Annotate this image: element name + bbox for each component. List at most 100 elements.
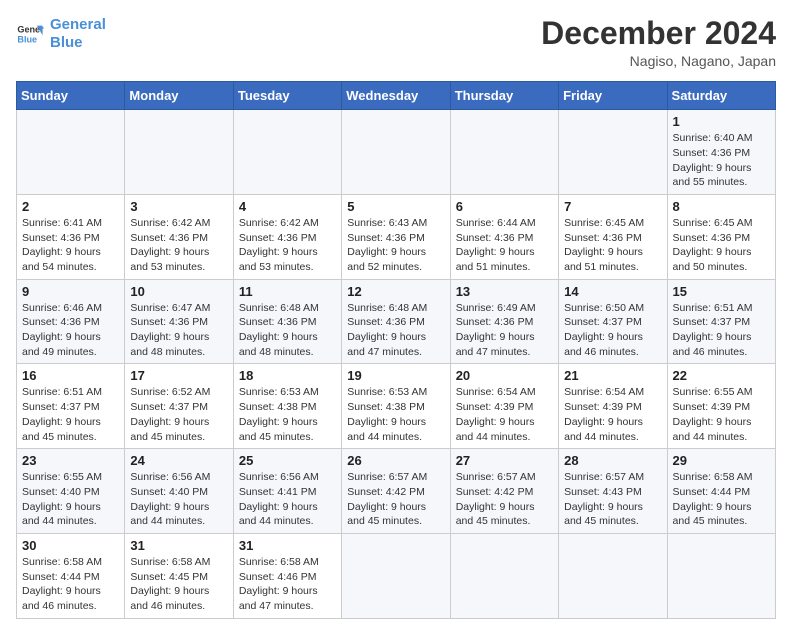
day-number: 31 [130,538,227,553]
calendar-cell [342,533,450,618]
calendar-cell [559,533,667,618]
calendar-cell: 26Sunrise: 6:57 AMSunset: 4:42 PMDayligh… [342,449,450,534]
calendar-cell [450,533,558,618]
calendar-cell: 22 Sunrise: 6:55 AMSunset: 4:39 PMDayligh… [667,364,775,449]
calendar-cell: 13 Sunrise: 6:49 AMSunset: 4:36 PMDayligh… [450,279,558,364]
calendar-cell: 7 Sunrise: 6:45 AMSunset: 4:36 PMDaylight… [559,194,667,279]
calendar-cell: 10Sunrise: 6:47 AMSunset: 4:36 PMDayligh… [125,279,233,364]
calendar-cell: 18 Sunrise: 6:53 AMSunset: 4:38 PMDayligh… [233,364,341,449]
day-info: Sunrise: 6:42 AMSunset: 4:36 PMDaylight:… [130,216,227,275]
day-info: Sunrise: 6:42 AMSunset: 4:36 PMDaylight:… [239,216,336,275]
logo: General Blue GeneralBlue [16,16,106,52]
day-number: 19 [347,368,444,383]
calendar-cell: 25Sunrise: 6:56 AMSunset: 4:41 PMDayligh… [233,449,341,534]
calendar-cell: 5Sunrise: 6:43 AMSunset: 4:36 PMDaylight… [342,194,450,279]
day-info: Sunrise: 6:57 AMSunset: 4:43 PMDaylight:… [564,470,661,529]
weekday-header-thursday: Thursday [450,82,558,110]
day-info: Sunrise: 6:53 AMSunset: 4:38 PMDaylight:… [239,385,336,444]
calendar-table: SundayMondayTuesdayWednesdayThursdayFrid… [16,81,776,619]
day-number: 7 [564,199,661,214]
day-info: Sunrise: 6:41 AMSunset: 4:36 PMDaylight:… [22,216,119,275]
calendar-cell [233,110,341,195]
calendar-cell: 31Sunrise: 6:58 AMSunset: 4:45 PMDayligh… [125,533,233,618]
day-info: Sunrise: 6:52 AMSunset: 4:37 PMDaylight:… [130,385,227,444]
day-info: Sunrise: 6:45 AMSunset: 4:36 PMDaylight:… [564,216,661,275]
day-number: 18 [239,368,336,383]
day-info: Sunrise: 6:51 AMSunset: 4:37 PMDaylight:… [673,301,770,360]
calendar-cell: 20 Sunrise: 6:54 AMSunset: 4:39 PMDayligh… [450,364,558,449]
day-info: Sunrise: 6:54 AMSunset: 4:39 PMDaylight:… [564,385,661,444]
day-number: 21 [564,368,661,383]
calendar-week-2: 2 Sunrise: 6:41 AMSunset: 4:36 PMDaylight… [17,194,776,279]
calendar-cell: 29Sunrise: 6:58 AMSunset: 4:44 PMDayligh… [667,449,775,534]
calendar-cell: 1Sunrise: 6:40 AMSunset: 4:36 PMDaylight… [667,110,775,195]
day-number: 11 [239,284,336,299]
weekday-header-friday: Friday [559,82,667,110]
day-number: 14 [564,284,661,299]
day-number: 24 [130,453,227,468]
calendar-cell: 9 Sunrise: 6:46 AMSunset: 4:36 PMDaylight… [17,279,125,364]
day-number: 10 [130,284,227,299]
weekday-header-monday: Monday [125,82,233,110]
day-info: Sunrise: 6:58 AMSunset: 4:46 PMDaylight:… [239,555,336,614]
day-number: 2 [22,199,119,214]
day-number: 4 [239,199,336,214]
calendar-cell: 11 Sunrise: 6:48 AMSunset: 4:36 PMDayligh… [233,279,341,364]
title-block: December 2024 Nagiso, Nagano, Japan [541,16,776,69]
calendar-cell: 19 Sunrise: 6:53 AMSunset: 4:38 PMDayligh… [342,364,450,449]
day-number: 15 [673,284,770,299]
svg-text:Blue: Blue [17,34,37,44]
day-number: 16 [22,368,119,383]
weekday-header-saturday: Saturday [667,82,775,110]
calendar-cell: 4 Sunrise: 6:42 AMSunset: 4:36 PMDaylight… [233,194,341,279]
day-number: 31 [239,538,336,553]
calendar-cell: 2 Sunrise: 6:41 AMSunset: 4:36 PMDaylight… [17,194,125,279]
calendar-week-5: 23Sunrise: 6:55 AMSunset: 4:40 PMDayligh… [17,449,776,534]
calendar-cell: 6 Sunrise: 6:44 AMSunset: 4:36 PMDaylight… [450,194,558,279]
weekday-header-sunday: Sunday [17,82,125,110]
calendar-cell [342,110,450,195]
day-number: 9 [22,284,119,299]
calendar-week-3: 9 Sunrise: 6:46 AMSunset: 4:36 PMDaylight… [17,279,776,364]
day-info: Sunrise: 6:53 AMSunset: 4:38 PMDaylight:… [347,385,444,444]
day-info: Sunrise: 6:56 AMSunset: 4:41 PMDaylight:… [239,470,336,529]
calendar-cell: 28 Sunrise: 6:57 AMSunset: 4:43 PMDayligh… [559,449,667,534]
day-number: 27 [456,453,553,468]
calendar-cell: 17Sunrise: 6:52 AMSunset: 4:37 PMDayligh… [125,364,233,449]
day-info: Sunrise: 6:58 AMSunset: 4:44 PMDaylight:… [22,555,119,614]
day-number: 22 [673,368,770,383]
calendar-cell [125,110,233,195]
calendar-cell: 8Sunrise: 6:45 AMSunset: 4:36 PMDaylight… [667,194,775,279]
day-info: Sunrise: 6:44 AMSunset: 4:36 PMDaylight:… [456,216,553,275]
day-number: 3 [130,199,227,214]
day-info: Sunrise: 6:54 AMSunset: 4:39 PMDaylight:… [456,385,553,444]
calendar-cell [667,533,775,618]
day-info: Sunrise: 6:48 AMSunset: 4:36 PMDaylight:… [347,301,444,360]
weekday-header-tuesday: Tuesday [233,82,341,110]
day-number: 20 [456,368,553,383]
calendar-subtitle: Nagiso, Nagano, Japan [541,53,776,69]
calendar-cell: 12 Sunrise: 6:48 AMSunset: 4:36 PMDayligh… [342,279,450,364]
day-info: Sunrise: 6:57 AMSunset: 4:42 PMDaylight:… [347,470,444,529]
day-info: Sunrise: 6:46 AMSunset: 4:36 PMDaylight:… [22,301,119,360]
day-info: Sunrise: 6:49 AMSunset: 4:36 PMDaylight:… [456,301,553,360]
day-info: Sunrise: 6:55 AMSunset: 4:39 PMDaylight:… [673,385,770,444]
day-number: 13 [456,284,553,299]
logo-icon: General Blue [16,20,44,48]
calendar-cell: 15 Sunrise: 6:51 AMSunset: 4:37 PMDayligh… [667,279,775,364]
day-info: Sunrise: 6:55 AMSunset: 4:40 PMDaylight:… [22,470,119,529]
day-number: 12 [347,284,444,299]
calendar-week-6: 30 Sunrise: 6:58 AMSunset: 4:44 PMDayligh… [17,533,776,618]
calendar-cell: 16 Sunrise: 6:51 AMSunset: 4:37 PMDayligh… [17,364,125,449]
day-number: 28 [564,453,661,468]
day-number: 6 [456,199,553,214]
day-number: 29 [673,453,770,468]
day-info: Sunrise: 6:40 AMSunset: 4:36 PMDaylight:… [673,131,770,190]
calendar-week-1: 1Sunrise: 6:40 AMSunset: 4:36 PMDaylight… [17,110,776,195]
page-header: General Blue GeneralBlue December 2024 N… [16,16,776,69]
day-info: Sunrise: 6:48 AMSunset: 4:36 PMDaylight:… [239,301,336,360]
day-info: Sunrise: 6:57 AMSunset: 4:42 PMDaylight:… [456,470,553,529]
calendar-cell: 14Sunrise: 6:50 AMSunset: 4:37 PMDayligh… [559,279,667,364]
day-number: 30 [22,538,119,553]
day-info: Sunrise: 6:51 AMSunset: 4:37 PMDaylight:… [22,385,119,444]
